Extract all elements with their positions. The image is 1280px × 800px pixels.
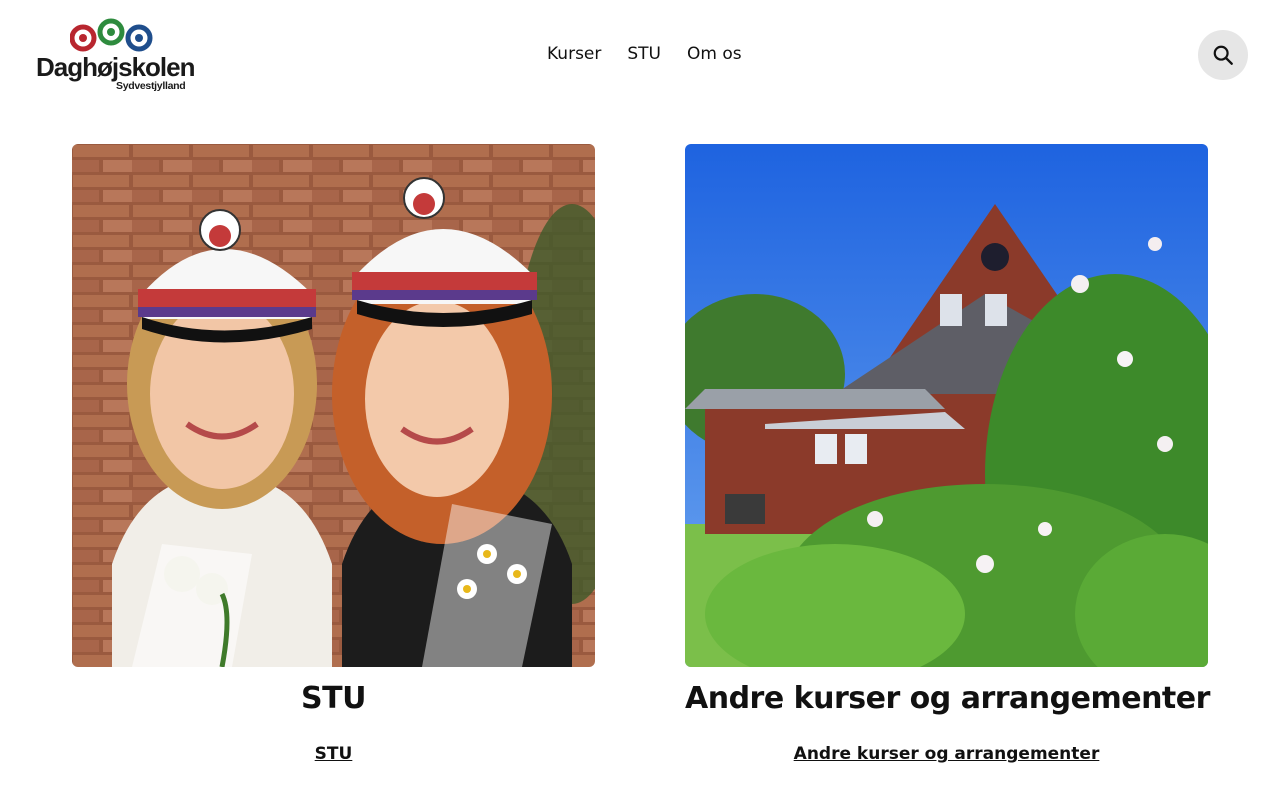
card-link-andre-kurser[interactable]: Andre kurser og arrangementer — [685, 744, 1208, 764]
school-building-photo[interactable] — [685, 144, 1208, 667]
nav-item-stu[interactable]: STU — [627, 44, 661, 64]
nav-item-om-os[interactable]: Om os — [687, 44, 742, 64]
card-link-stu[interactable]: STU — [72, 744, 595, 764]
stu-students-photo[interactable] — [72, 144, 595, 667]
main-nav: Kurser STU Om os — [547, 44, 742, 64]
card-stu: STU STU — [72, 144, 595, 764]
logo-swirls-icon — [70, 18, 153, 52]
logo-name: Daghøjskolen — [36, 52, 195, 82]
site-header: Daghøjskolen Sydvestjylland Kurser STU O… — [0, 0, 1280, 110]
search-button[interactable] — [1198, 30, 1248, 80]
card-title-andre-kurser: Andre kurser og arrangementer — [685, 681, 1210, 716]
logo-subtitle: Sydvestjylland — [116, 80, 186, 92]
search-icon — [1213, 45, 1233, 65]
nav-item-kurser[interactable]: Kurser — [547, 44, 601, 64]
card-title-stu: STU — [301, 681, 366, 716]
card-andre-kurser: Andre kurser og arrangementer Andre kurs… — [685, 144, 1210, 764]
site-logo[interactable]: Daghøjskolen Sydvestjylland — [36, 16, 195, 96]
